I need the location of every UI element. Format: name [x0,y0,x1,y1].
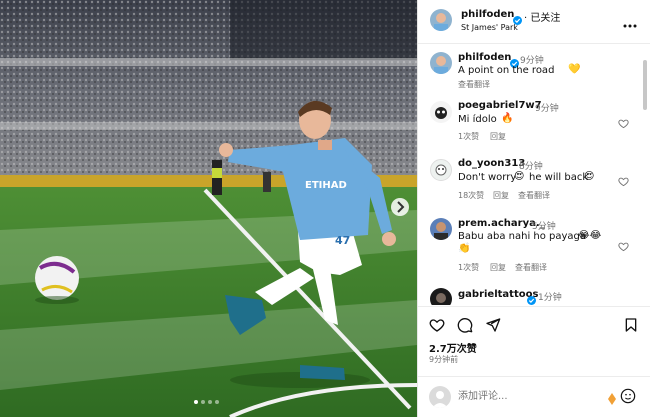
commenter-avatar[interactable] [430,218,452,240]
emoji-picker-icon[interactable] [620,388,636,404]
verified-badge-icon [513,10,522,25]
caption-author-avatar[interactable] [430,52,452,74]
avatar-face-icon [436,293,446,303]
comment-translate-link[interactable]: 查看翻译 [515,262,547,273]
caption-text: A point on the road [458,65,555,76]
comment-like-count[interactable]: 18次赞 [458,190,484,201]
commenter-avatar[interactable] [430,288,452,305]
pin-tag-icon[interactable] [608,390,616,405]
comment-like-count[interactable]: 1次赞 [458,131,479,142]
like-heart-icon[interactable] [429,317,445,333]
post-side-panel: philfoden · 已关注 St James' Park philfoden… [417,0,650,417]
default-user-icon [432,391,448,408]
comment-like-heart-icon[interactable] [618,114,629,129]
comment-time: 1分钟 [538,293,562,303]
following-status[interactable]: · 已关注 [524,9,560,24]
more-options-icon[interactable] [623,13,637,28]
post-actions: 2.7万次赞 9分钟前 [418,306,650,376]
comment-item: prem.acharya._ 5分钟 Babu aba nahi ho paya… [418,217,650,275]
avatar-face-icon [434,13,448,31]
author-avatar[interactable] [430,9,452,31]
comment-text: Don't worry [458,172,517,183]
add-comment-bar [418,376,650,417]
comment-input[interactable] [458,388,588,404]
svg-text:47: 47 [335,234,350,247]
comment-translate-link[interactable]: 查看翻译 [518,190,550,201]
comment-bubble-icon[interactable] [457,317,473,333]
comment-reply-button[interactable]: 回复 [490,262,506,273]
comment-text: Mi ídolo [458,114,497,125]
save-bookmark-icon[interactable] [623,317,639,333]
comment-text-continued: he will back [529,172,589,183]
carousel-dots[interactable] [194,400,224,406]
football-photo-illustration: ETIHAD 47 [0,0,417,417]
comment-like-heart-icon[interactable] [618,172,629,187]
post-caption: philfoden 9分钟 A point on the road 💛 查看翻译 [418,52,650,92]
comment-reply-button[interactable]: 回复 [490,131,506,142]
comment-reply-button[interactable]: 回复 [493,190,509,201]
comment-emoji-line2: 👏 [458,243,471,254]
comment-item: gabrieltattoos 1分钟 [418,287,650,305]
comment-username[interactable]: poegabriel7w7 [458,100,542,111]
comment-item: do_yoon313 8分钟 Don't worry 😍 he will bac… [418,157,650,202]
comment-emoji: 😂😂 [578,230,602,241]
caption-emoji: 💛 [568,64,581,75]
avatar-character-icon [435,164,447,176]
carousel-dot[interactable] [208,400,212,404]
commenter-avatar[interactable] [430,101,452,123]
avatar-character-icon [435,107,447,119]
comment-time: 9分钟 [535,104,559,114]
commenter-avatar[interactable] [430,159,452,181]
comment-text: Babu aba nahi ho payaga [458,231,587,242]
author-username[interactable]: philfoden [461,9,514,20]
comment-username[interactable]: do_yoon313 [458,158,525,169]
verified-badge-icon [527,290,536,305]
post-location[interactable]: St James' Park [461,23,518,32]
post-header: philfoden · 已关注 St James' Park [418,0,650,44]
comment-emoji-end: 😍 [584,171,595,182]
comment-item: poegabriel7w7 9分钟 Mi ídolo 🔥 1次赞 回复 [418,99,650,144]
post-time: 9分钟前 [429,355,459,364]
share-send-icon[interactable] [485,317,501,333]
caption-author[interactable]: philfoden [458,52,511,63]
comment-like-heart-icon[interactable] [618,237,629,252]
comment-emoji: 😍 [514,171,525,182]
comment-like-count[interactable]: 1次赞 [458,262,479,273]
current-user-avatar [429,386,451,408]
carousel-dot-active[interactable] [194,400,198,404]
carousel-dot[interactable] [201,400,205,404]
avatar-face-icon [434,56,448,74]
avatar-face-icon [434,222,448,240]
post-photo[interactable]: ETIHAD 47 [0,0,417,417]
instagram-post-window: ETIHAD 47 philfoden · 已关注 St James' Park [0,0,650,417]
carousel-dot[interactable] [215,400,219,404]
caption-translate-link[interactable]: 查看翻译 [458,79,490,90]
verified-badge-icon [510,53,519,68]
likes-count[interactable]: 2.7万次赞 [429,340,477,355]
svg-text:ETIHAD: ETIHAD [305,180,347,191]
comment-emoji: 🔥 [501,113,514,124]
